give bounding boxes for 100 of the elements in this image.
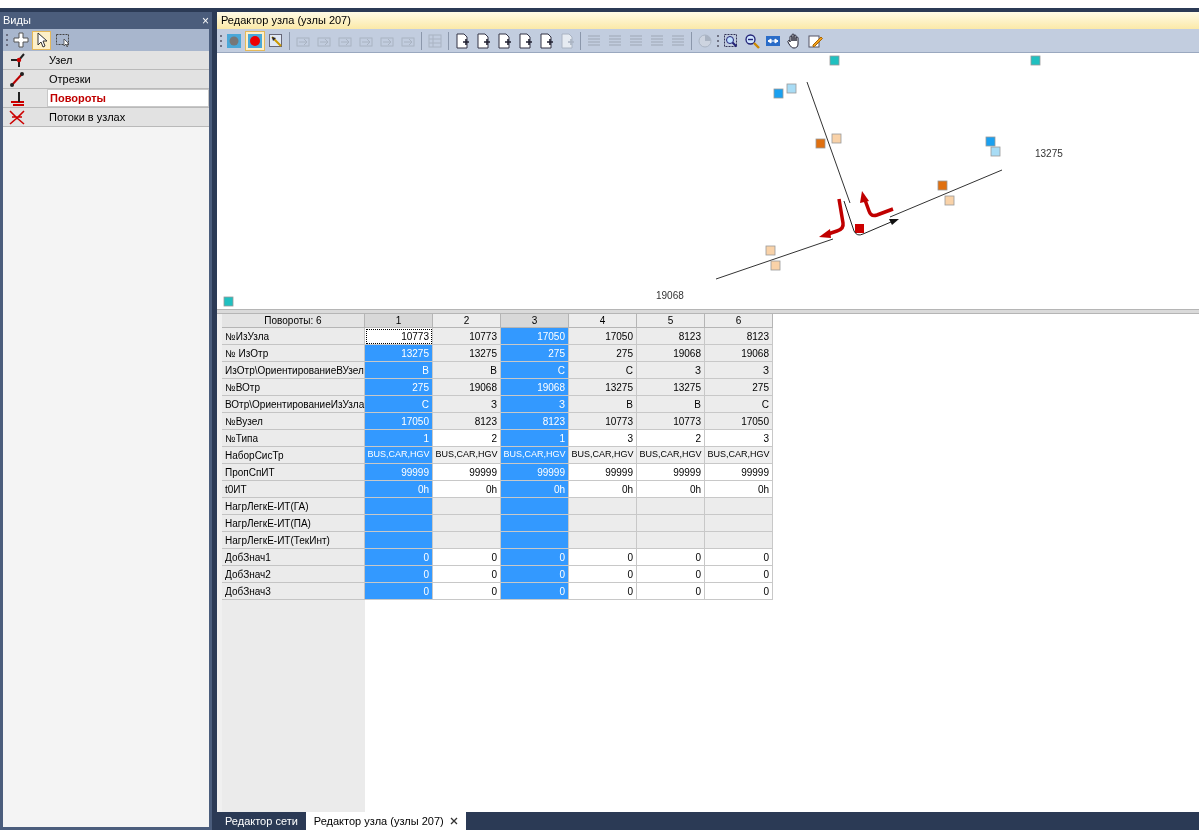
table-cell: 0 [365, 583, 433, 600]
table-cell: 13275 [569, 379, 637, 396]
table-cell: З [637, 362, 705, 379]
table-cell: 0 [365, 566, 433, 583]
table-cell: 1 [365, 430, 433, 447]
link-label: 19068 [656, 290, 684, 301]
link-marker[interactable] [770, 260, 781, 271]
table-cell: 99999 [569, 464, 637, 481]
table-cell: В [637, 396, 705, 413]
link-line[interactable] [806, 81, 851, 204]
row-header: НаборСисТр [222, 447, 365, 464]
table-cell: 8123 [501, 413, 569, 430]
table-cell: 3 [569, 430, 637, 447]
table-cell: 0 [637, 583, 705, 600]
link-marker[interactable] [985, 136, 996, 147]
toolbar-button[interactable] [245, 30, 265, 51]
table-cell: 13275 [365, 345, 433, 362]
row-header: ПропСпИТ [222, 464, 365, 481]
close-button[interactable]: × [202, 14, 209, 27]
link-marker[interactable] [944, 195, 955, 206]
row-header: № ИзОтр [222, 345, 365, 362]
flow-icon [9, 109, 25, 125]
table-cell: 275 [705, 379, 773, 396]
tool-button[interactable] [11, 30, 30, 50]
table-cell: BUS,CAR,HGV [637, 447, 705, 464]
pencil-icon [807, 32, 823, 49]
table-cell: 10773 [433, 328, 501, 345]
turn-arrow[interactable] [819, 198, 845, 238]
table-cell: 0 [365, 549, 433, 566]
table-cell: 0 [569, 566, 637, 583]
table-cell: 0h [705, 481, 773, 498]
table-cell: З [433, 396, 501, 413]
column-header[interactable]: 3 [501, 314, 569, 328]
row-header: №ИзУзла [222, 328, 365, 345]
node-marker[interactable] [855, 224, 864, 233]
table-cell: 0 [501, 549, 569, 566]
table-cell: 0h [637, 481, 705, 498]
zone-marker[interactable] [223, 296, 234, 307]
column-header[interactable]: 6 [705, 314, 773, 328]
document-icon [559, 32, 575, 49]
grip-icon [5, 32, 9, 48]
row-header: ИзОтр\ОриентированиеВУзел [222, 362, 365, 379]
column-header[interactable]: 1 [365, 314, 433, 328]
row-header: ВОтр\ОриентированиеИзУзла [222, 396, 365, 413]
zone-marker[interactable] [829, 55, 840, 66]
table-cell: 0h [365, 481, 433, 498]
link-marker[interactable] [786, 83, 797, 94]
table-cell: 17050 [705, 413, 773, 430]
link-label: 13275 [1035, 148, 1063, 159]
column-header[interactable]: 2 [433, 314, 501, 328]
column-header[interactable]: 5 [637, 314, 705, 328]
turn-icon [9, 90, 25, 106]
pie-icon [697, 32, 713, 49]
link-line[interactable] [715, 238, 834, 280]
table-cell: 0h [569, 481, 637, 498]
grip-icon [219, 32, 223, 49]
document-icon [475, 32, 491, 49]
table-cell: 275 [501, 345, 569, 362]
row-header: НагрЛегкЕ-ИТ(ГА) [222, 498, 365, 515]
table-cell: 13275 [637, 379, 705, 396]
table-cell: 0 [569, 583, 637, 600]
turn-arrow[interactable] [860, 191, 894, 218]
table-cell: 0h [501, 481, 569, 498]
map-canvas[interactable]: 13275 19068 [217, 53, 1199, 309]
table-cell: 10773 [637, 413, 705, 430]
row-header: №Вузел [222, 413, 365, 430]
hand-icon [786, 32, 802, 49]
document-tab[interactable]: Редактор узла (узлы 207) [305, 812, 466, 830]
link-marker[interactable] [815, 138, 826, 149]
turn-arrow[interactable] [843, 200, 899, 236]
tool-button[interactable] [32, 30, 51, 50]
table-cell: 17050 [365, 413, 433, 430]
link-marker[interactable] [831, 133, 842, 144]
table-cell: 99999 [433, 464, 501, 481]
link-marker[interactable] [937, 180, 948, 191]
zoom-out-icon [744, 32, 760, 49]
editor-title: Редактор узла (узлы 207) [217, 12, 1199, 29]
corner-header: Повороты: 6 [222, 314, 365, 328]
table-cell: BUS,CAR,HGV [433, 447, 501, 464]
link-marker[interactable] [773, 88, 784, 99]
table-cell: 99999 [637, 464, 705, 481]
table-cell: 2 [637, 430, 705, 447]
table-cell: 8123 [433, 413, 501, 430]
view-item[interactable]: Повороты [47, 89, 209, 107]
table-cell: BUS,CAR,HGV [365, 447, 433, 464]
table-cell: 0 [433, 549, 501, 566]
table-cell: 10773 [365, 328, 433, 345]
table-cell: 0 [569, 549, 637, 566]
link-marker[interactable] [990, 146, 1001, 157]
node-icon [9, 52, 25, 68]
link-marker[interactable] [765, 245, 776, 256]
column-header[interactable]: 4 [569, 314, 637, 328]
table-cell: З [501, 396, 569, 413]
table-cell: 19068 [433, 379, 501, 396]
row-header: НагрЛегкЕ-ИТ(ТекИнт) [222, 532, 365, 549]
row-header: НагрЛегкЕ-ИТ(ПА) [222, 515, 365, 532]
zone-marker[interactable] [1030, 55, 1041, 66]
table-cell: BUS,CAR,HGV [501, 447, 569, 464]
row-header: ДобЗнач3 [222, 583, 365, 600]
grip-icon [716, 32, 720, 49]
